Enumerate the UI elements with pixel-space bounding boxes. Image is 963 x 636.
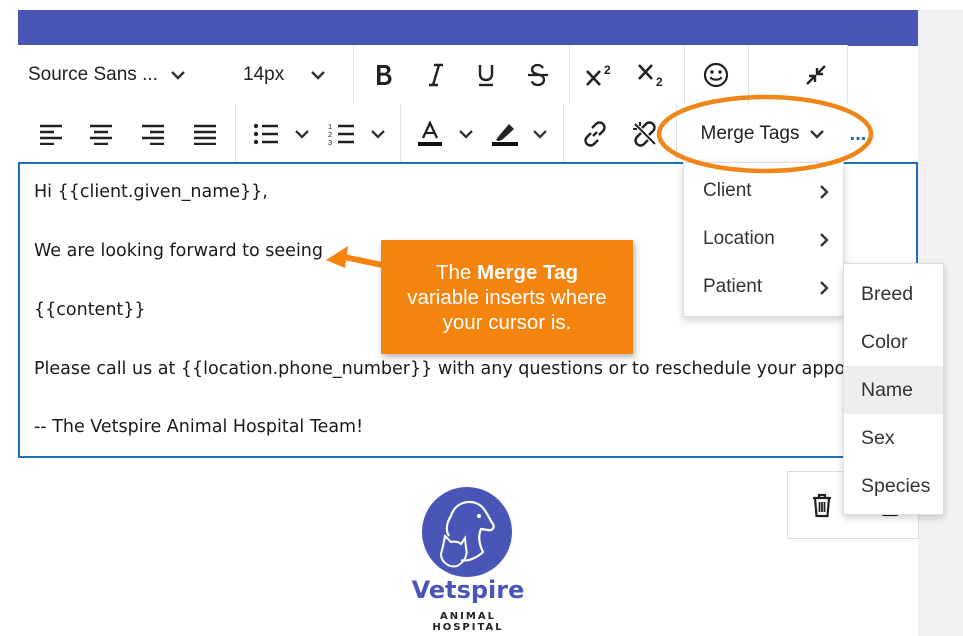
font-size-value: 14px	[243, 63, 285, 85]
submenu-item-label: Species	[861, 474, 931, 497]
top-margin	[0, 0, 963, 10]
italic-icon	[429, 63, 443, 86]
chevron-down-icon	[311, 70, 326, 80]
chevron-right-icon	[820, 233, 829, 247]
submenu-item-label: Color	[861, 330, 908, 353]
emoji-icon	[703, 62, 729, 87]
bullet-list-button[interactable]	[252, 104, 316, 163]
editor-contact-line: Please call us at {{location.phone_numbe…	[34, 359, 918, 379]
vetspire-logo: Vetspire ANIMAL HOSPITAL	[408, 486, 528, 633]
bullet-list-icon	[253, 123, 278, 144]
toolbar-divider	[563, 104, 564, 163]
font-family-value: Source Sans ...	[28, 63, 158, 85]
strikethrough-button[interactable]	[522, 45, 554, 104]
merge-tags-highlight-ring	[656, 94, 874, 174]
submenu-item-label: Name	[861, 378, 914, 401]
submenu-item-name[interactable]: Name	[844, 366, 943, 414]
align-justify-icon	[194, 124, 216, 145]
logo-name: Vetspire	[411, 576, 525, 604]
submenu-item-label: Sex	[861, 426, 895, 449]
link-icon	[584, 120, 606, 147]
delete-block-button[interactable]	[808, 490, 836, 520]
align-left-button[interactable]	[36, 104, 66, 163]
submenu-item-species[interactable]: Species	[844, 462, 943, 510]
toolbar-divider	[400, 104, 401, 163]
numbered-list-button[interactable]: 123	[328, 104, 392, 163]
submenu-item-label: Breed	[861, 282, 914, 305]
align-left-icon	[40, 124, 62, 145]
highlight-color-icon	[492, 123, 518, 146]
merge-menu-item-patient[interactable]: Patient	[684, 263, 843, 311]
svg-text:2: 2	[656, 75, 663, 88]
merge-menu-item-label: Location	[703, 228, 775, 249]
align-right-icon	[142, 124, 164, 145]
font-family-select[interactable]: Source Sans ...	[28, 45, 218, 104]
annotation-arrow	[326, 246, 383, 268]
callout-bold: Merge Tag	[477, 260, 579, 284]
callout-text: The Merge Tag variable inserts where you…	[387, 260, 627, 335]
merge-menu-item-label: Client	[703, 180, 752, 201]
annotation-callout: The Merge Tag variable inserts where you…	[381, 240, 633, 354]
editor-content-line: {{content}}	[34, 300, 146, 320]
svg-text:2: 2	[604, 63, 611, 77]
bold-icon	[377, 64, 392, 85]
chevron-down-icon	[171, 70, 185, 80]
chevron-down-icon	[371, 129, 385, 139]
underline-icon	[478, 64, 494, 86]
superscript-icon: 2	[586, 63, 611, 86]
editor-signoff-line: -- The Vetspire Animal Hospital Team!	[34, 417, 364, 437]
trash-icon	[813, 493, 831, 518]
email-header-band	[18, 10, 918, 46]
dog-cat-logo-icon	[422, 487, 512, 577]
chevron-right-icon	[820, 281, 829, 295]
chevron-down-icon	[533, 129, 547, 139]
align-center-icon	[90, 124, 112, 145]
underline-button[interactable]	[470, 45, 502, 104]
font-size-select[interactable]: 14px	[243, 45, 343, 104]
merge-tags-dropdown: Client Location Patient	[683, 162, 844, 317]
submenu-item-sex[interactable]: Sex	[844, 414, 943, 462]
text-color-button[interactable]	[416, 104, 480, 163]
toolbar-divider	[235, 104, 236, 163]
highlight-color-button[interactable]	[490, 104, 554, 163]
merge-menu-item-label: Patient	[703, 276, 763, 297]
chevron-down-icon	[295, 129, 309, 139]
callout-suffix: variable inserts where your cursor is.	[407, 285, 607, 334]
align-justify-button[interactable]	[190, 104, 220, 163]
align-center-button[interactable]	[86, 104, 116, 163]
toolbar-divider	[353, 45, 354, 104]
merge-menu-item-location[interactable]: Location	[684, 215, 843, 263]
logo-subtitle: ANIMAL HOSPITAL	[432, 611, 504, 633]
chevron-right-icon	[820, 185, 829, 199]
numbered-list-icon: 123	[328, 122, 354, 146]
subscript-icon: 2	[638, 63, 663, 88]
toolbar-divider	[569, 45, 570, 104]
editor-greeting-line: Hi {{client.given_name}},	[34, 182, 268, 202]
superscript-button[interactable]: 2	[583, 45, 617, 104]
text-color-icon	[418, 119, 442, 146]
collapse-icon	[806, 64, 826, 85]
link-button[interactable]	[578, 104, 612, 163]
callout-prefix: The	[435, 260, 478, 284]
align-right-button[interactable]	[138, 104, 168, 163]
bold-button[interactable]	[368, 45, 400, 104]
svg-text:3: 3	[328, 138, 332, 146]
italic-button[interactable]	[420, 45, 452, 104]
submenu-item-color[interactable]: Color	[844, 318, 943, 366]
editor-intro-line: We are looking forward to seeing	[34, 241, 324, 261]
strikethrough-icon	[528, 63, 548, 86]
patient-submenu: Breed Color Name Sex Species	[843, 263, 944, 515]
submenu-item-breed[interactable]: Breed	[844, 270, 943, 318]
chevron-down-icon	[459, 129, 473, 139]
